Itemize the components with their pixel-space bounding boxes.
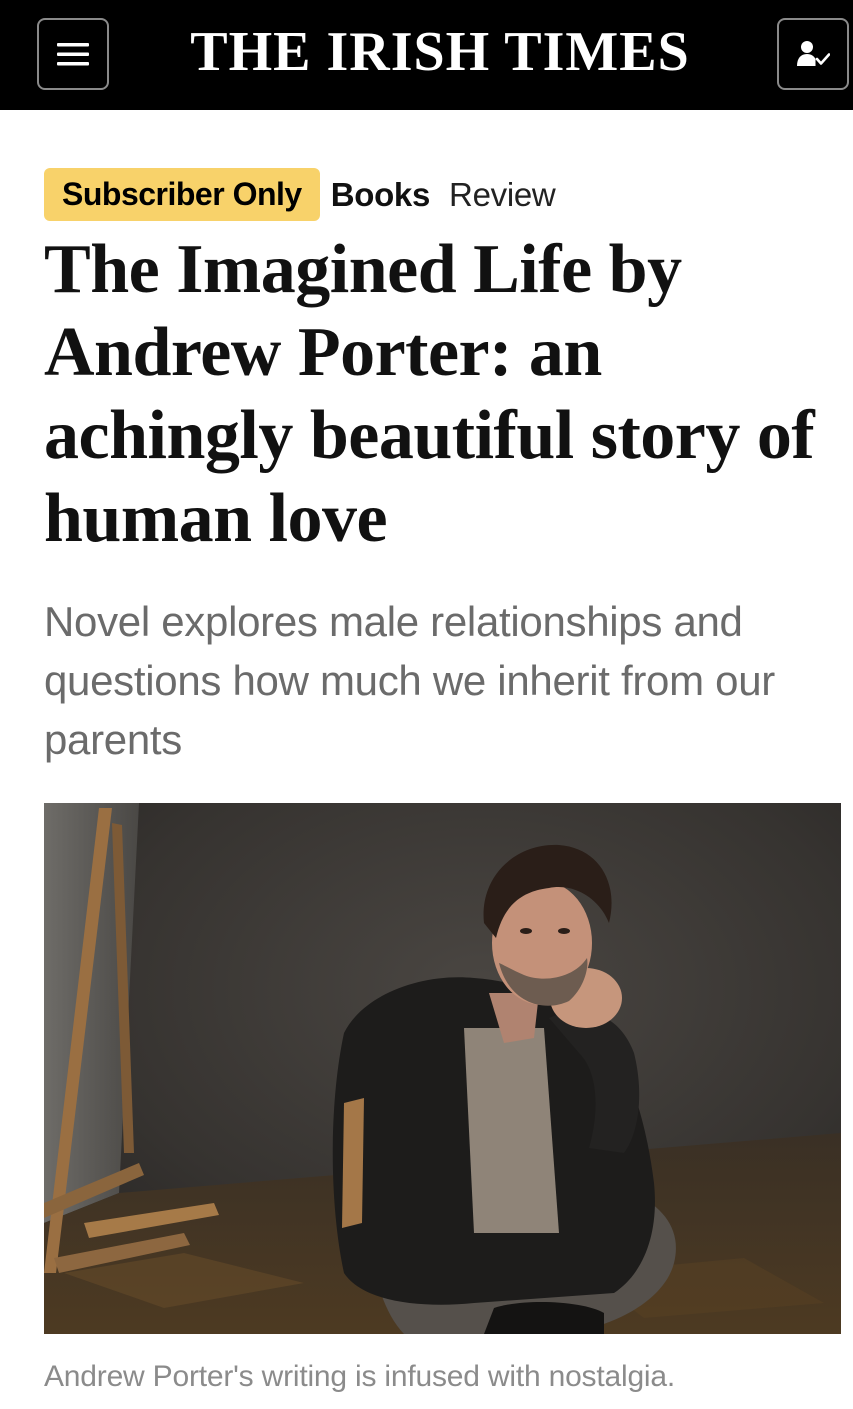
site-logo[interactable]: THE IRISH TIMES — [140, 20, 740, 84]
article-tags: Subscriber Only Books Review — [44, 168, 556, 221]
image-caption: Andrew Porter's writing is infused with … — [44, 1360, 676, 1393]
article-type-label: Review — [449, 175, 556, 213]
author-portrait-image — [44, 803, 841, 1334]
menu-button[interactable] — [37, 18, 109, 90]
site-header: THE IRISH TIMES — [0, 0, 853, 110]
account-button[interactable] — [777, 18, 849, 90]
subscriber-only-badge: Subscriber Only — [44, 168, 320, 221]
hamburger-menu-icon — [57, 43, 89, 66]
section-link-books[interactable]: Books — [331, 176, 431, 214]
article-headline: The Imagined Life by Andrew Porter: an a… — [44, 231, 815, 557]
article-standfirst: Novel explores male relationships and qu… — [44, 598, 775, 763]
user-check-icon — [797, 41, 830, 66]
article-hero-image[interactable] — [44, 803, 841, 1334]
